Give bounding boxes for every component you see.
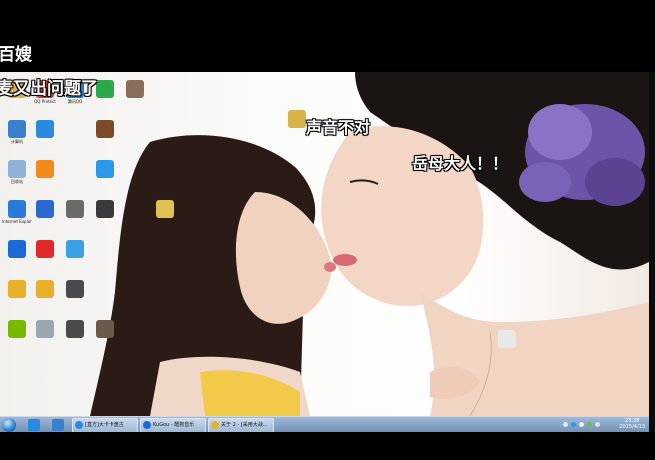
overlay-comment: 麦又出问题了 — [0, 79, 98, 99]
desktop-icon[interactable]: 回收站 — [2, 160, 32, 184]
clock-date: 2015/4/13 — [619, 424, 645, 430]
desktop-icon[interactable] — [30, 120, 60, 139]
desktop-icon[interactable] — [60, 200, 90, 219]
video-file-icon — [66, 320, 84, 338]
bird-app-icon — [96, 160, 114, 178]
desktop-icon[interactable]: 计算机 — [2, 120, 32, 144]
clock[interactable]: 23:38 2015/4/13 — [619, 418, 645, 430]
phone-icon — [66, 200, 84, 218]
desktop-icon[interactable] — [90, 320, 120, 339]
shield-icon — [36, 200, 54, 218]
purple-hair-flower — [519, 104, 645, 206]
right-border — [649, 72, 655, 432]
folder-icon — [156, 200, 174, 218]
qq-icon — [75, 420, 83, 429]
desktop-icon[interactable] — [2, 240, 32, 259]
kugou-icon — [143, 420, 151, 429]
keyboard-icon — [36, 320, 54, 338]
game-app-icon — [36, 280, 54, 298]
desktop-icon-label: 回收站 — [11, 179, 23, 184]
desktop-icon[interactable] — [60, 280, 90, 299]
desktop-icon[interactable] — [120, 80, 150, 99]
desktop-icon-label: QQ Protect — [34, 99, 56, 104]
desktop-icon[interactable] — [90, 160, 120, 179]
desktop-icon[interactable] — [60, 240, 90, 259]
video-file-icon — [96, 200, 114, 218]
start-button[interactable] — [2, 418, 16, 432]
volume-icon[interactable] — [579, 422, 584, 427]
video-file-icon — [66, 280, 84, 298]
network-icon[interactable] — [571, 422, 576, 427]
recycle-bin-icon — [8, 160, 26, 178]
desktop-icon[interactable]: Internet Explorer — [2, 200, 32, 224]
desktop-icon[interactable] — [30, 240, 60, 259]
desktop-icon[interactable] — [30, 280, 60, 299]
top-letterbox — [0, 0, 655, 72]
system-tray: 23:38 2015/4/13 — [559, 417, 649, 433]
security-tray-icon[interactable] — [587, 422, 592, 427]
overlay-comment: 声音不对 — [306, 118, 371, 137]
nvidia-icon — [8, 320, 26, 338]
tray-arrow-icon[interactable] — [563, 422, 568, 427]
file-icon — [498, 330, 516, 348]
browser-icon — [36, 120, 54, 138]
orange-app-icon — [36, 160, 54, 178]
desktop-icon-label: 计算机 — [11, 139, 23, 144]
desktop-icon[interactable] — [2, 320, 32, 339]
desktop-icon[interactable] — [30, 320, 60, 339]
desktop-icon[interactable] — [2, 280, 32, 299]
overlay-comment: 岳母大人！！ — [412, 154, 509, 173]
video-file-icon — [96, 120, 114, 138]
desktop-icon[interactable] — [90, 120, 120, 139]
computer-icon — [8, 120, 26, 138]
taskbar-button-kugou[interactable]: KuGou - 酷狗音乐 — [140, 418, 206, 433]
ie-icon — [8, 200, 26, 218]
game-app-icon — [211, 420, 219, 429]
folder-icon — [288, 110, 306, 128]
game-app-icon — [8, 280, 26, 298]
desktop-icon[interactable] — [90, 200, 120, 219]
desktop-icon[interactable] — [30, 160, 60, 179]
screen: QQ Protect 腾讯QQ 计算机回收站 Internet Explorer 百嫂… — [0, 0, 655, 460]
bottom-letterbox — [0, 432, 655, 460]
desktop-icon-label: Internet Explorer — [2, 219, 32, 224]
desktop-icon[interactable] — [492, 330, 522, 349]
photo-app-icon — [66, 240, 84, 258]
media-player-icon — [36, 240, 54, 258]
taskbar-button-qq[interactable]: [直方]大卡卡盘古 — [72, 418, 138, 433]
desktop-icon[interactable] — [30, 200, 60, 219]
taskbar: [直方]大卡卡盘古 KuGou - 酷狗音乐 关于 2 - [采用大战... 2… — [0, 416, 649, 433]
qq-pinned-icon[interactable] — [28, 419, 40, 431]
desktop-icon[interactable] — [60, 320, 90, 339]
desktop-icon-label: 腾讯QQ — [67, 99, 83, 104]
flag-icon[interactable] — [595, 422, 600, 427]
browser-pinned-icon[interactable] — [52, 419, 64, 431]
overlay-comment: 百嫂 — [0, 45, 32, 65]
desktop-icon[interactable] — [150, 200, 180, 219]
image-file-icon — [126, 80, 144, 98]
person-file-icon — [96, 320, 114, 338]
green-app-icon — [96, 80, 114, 98]
taskbar-button-game[interactable]: 关于 2 - [采用大战... — [208, 418, 274, 433]
kugou-icon — [8, 240, 26, 258]
